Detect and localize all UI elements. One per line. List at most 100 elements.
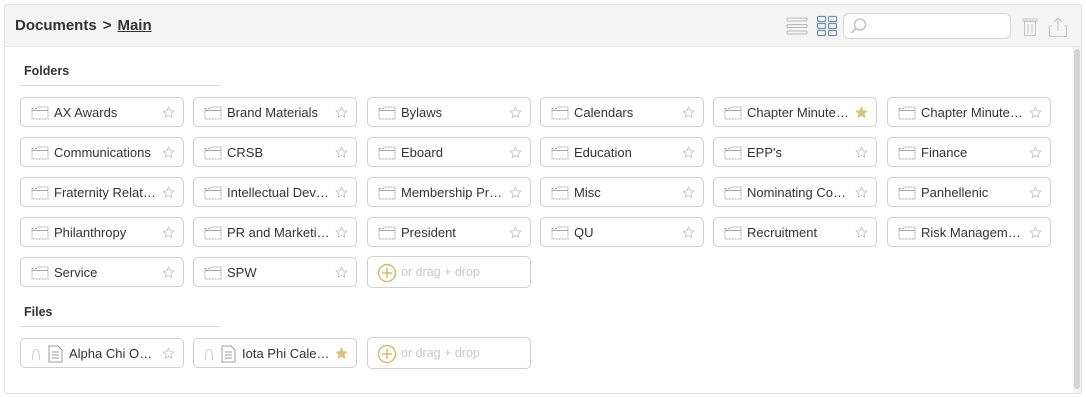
search-box[interactable] — [843, 13, 1011, 39]
folder-name: Membership Pro… — [401, 185, 505, 200]
star-outline-icon[interactable] — [1029, 146, 1042, 159]
search-icon — [850, 18, 867, 34]
folder-tile[interactable]: AX Awards — [20, 97, 184, 127]
folder-name: AX Awards — [54, 105, 118, 120]
star-outline-icon[interactable] — [682, 106, 695, 119]
star-outline-icon[interactable] — [1029, 186, 1042, 199]
document-icon — [48, 345, 63, 363]
folder-tile[interactable]: Chapter Minute… — [713, 97, 877, 127]
folder-tile[interactable]: SPW — [193, 257, 357, 287]
star-outline-icon[interactable] — [162, 226, 175, 239]
plus-circle-icon — [377, 263, 397, 283]
star-outline-icon[interactable] — [855, 226, 868, 239]
folder-name: Fraternity Relati… — [54, 185, 158, 200]
add-folder-label: or drag + drop — [401, 265, 480, 279]
add-file-button[interactable]: or drag + drop — [367, 337, 531, 369]
folder-tile[interactable]: Chapter Minute… — [887, 97, 1051, 127]
star-outline-icon[interactable] — [1029, 226, 1042, 239]
folder-tile[interactable]: Intellectual Dev… — [193, 177, 357, 207]
star-outline-icon[interactable] — [682, 146, 695, 159]
folder-tile[interactable]: Risk Management — [887, 217, 1051, 247]
folder-tile[interactable]: Nominating Co… — [713, 177, 877, 207]
folder-icon — [31, 186, 49, 200]
star-outline-icon[interactable] — [335, 186, 348, 199]
star-filled-icon[interactable] — [335, 347, 348, 360]
folder-name: Recruitment — [747, 225, 818, 240]
folder-tile[interactable]: Panhellenic — [887, 177, 1051, 207]
folder-tile[interactable]: Communications — [20, 137, 184, 167]
star-outline-icon[interactable] — [509, 226, 522, 239]
folder-tile[interactable]: Brand Materials — [193, 97, 357, 127]
star-outline-icon[interactable] — [162, 186, 175, 199]
files-section-title: Files — [24, 305, 53, 319]
folder-tile[interactable]: Calendars — [540, 97, 704, 127]
document-icon — [221, 345, 236, 363]
star-outline-icon[interactable] — [509, 186, 522, 199]
documents-panel: Documents > Main Folders AX Awards Brand… — [4, 4, 1082, 394]
folder-name: Risk Management — [921, 225, 1025, 240]
folder-tile[interactable]: CRSB — [193, 137, 357, 167]
upload-button[interactable] — [1048, 16, 1068, 38]
delete-button[interactable] — [1020, 16, 1040, 38]
folder-tile[interactable]: EPP's — [713, 137, 877, 167]
lock-icon — [32, 349, 40, 360]
file-tile[interactable]: Iota Phi Cale… — [193, 338, 357, 368]
star-outline-icon[interactable] — [509, 146, 522, 159]
star-outline-icon[interactable] — [509, 106, 522, 119]
folder-tile[interactable]: Service — [20, 257, 184, 287]
star-outline-icon[interactable] — [335, 266, 348, 279]
search-input[interactable] — [872, 17, 1004, 35]
star-outline-icon[interactable] — [162, 266, 175, 279]
folder-name: Chapter Minute… — [921, 105, 1023, 120]
star-outline-icon[interactable] — [335, 146, 348, 159]
add-folder-button[interactable]: or drag + drop — [367, 256, 531, 288]
folder-name: Panhellenic — [921, 185, 989, 200]
folder-tile[interactable]: Membership Pro… — [367, 177, 531, 207]
star-outline-icon[interactable] — [162, 146, 175, 159]
folder-tile[interactable]: President — [367, 217, 531, 247]
folder-icon — [204, 106, 222, 120]
file-tile[interactable]: Alpha Chi O… — [20, 338, 184, 368]
folder-name: Finance — [921, 145, 968, 160]
scrollbar-thumb[interactable] — [1074, 49, 1080, 389]
folder-tile[interactable]: Eboard — [367, 137, 531, 167]
star-outline-icon[interactable] — [162, 106, 175, 119]
folder-tile[interactable]: PR and Marketing — [193, 217, 357, 247]
star-outline-icon[interactable] — [682, 226, 695, 239]
folder-tile[interactable]: Bylaws — [367, 97, 531, 127]
star-outline-icon[interactable] — [335, 106, 348, 119]
breadcrumb-root-link[interactable]: Documents — [15, 17, 97, 34]
folders-section-title: Folders — [24, 64, 70, 78]
folder-name: Calendars — [574, 105, 634, 120]
folder-name: President — [401, 225, 456, 240]
folder-tile[interactable]: Recruitment — [713, 217, 877, 247]
star-outline-icon[interactable] — [1029, 106, 1042, 119]
files-divider — [20, 326, 220, 327]
folder-icon — [898, 186, 916, 200]
star-outline-icon[interactable] — [855, 146, 868, 159]
file-name: Alpha Chi O… — [69, 346, 153, 361]
list-view-icon — [786, 17, 808, 35]
folder-tile[interactable]: QU — [540, 217, 704, 247]
list-view-button[interactable] — [786, 15, 808, 37]
folder-icon — [724, 226, 742, 240]
star-outline-icon[interactable] — [162, 347, 175, 360]
grid-view-button[interactable] — [816, 15, 838, 37]
star-outline-icon[interactable] — [855, 186, 868, 199]
file-name: Iota Phi Cale… — [242, 346, 330, 361]
folder-icon — [724, 146, 742, 160]
star-outline-icon[interactable] — [682, 186, 695, 199]
folder-tile[interactable]: Finance — [887, 137, 1051, 167]
lock-icon — [205, 349, 213, 360]
folder-tile[interactable]: Misc — [540, 177, 704, 207]
folder-tile[interactable]: Fraternity Relati… — [20, 177, 184, 207]
folder-tile[interactable]: Education — [540, 137, 704, 167]
upload-icon — [1048, 17, 1068, 38]
star-filled-icon[interactable] — [855, 106, 868, 119]
breadcrumb-separator: > — [102, 17, 112, 34]
folder-icon — [898, 226, 916, 240]
folder-tile[interactable]: Philanthropy — [20, 217, 184, 247]
breadcrumb-current-link[interactable]: Main — [117, 17, 151, 34]
star-outline-icon[interactable] — [335, 226, 348, 239]
folder-icon — [31, 266, 49, 280]
